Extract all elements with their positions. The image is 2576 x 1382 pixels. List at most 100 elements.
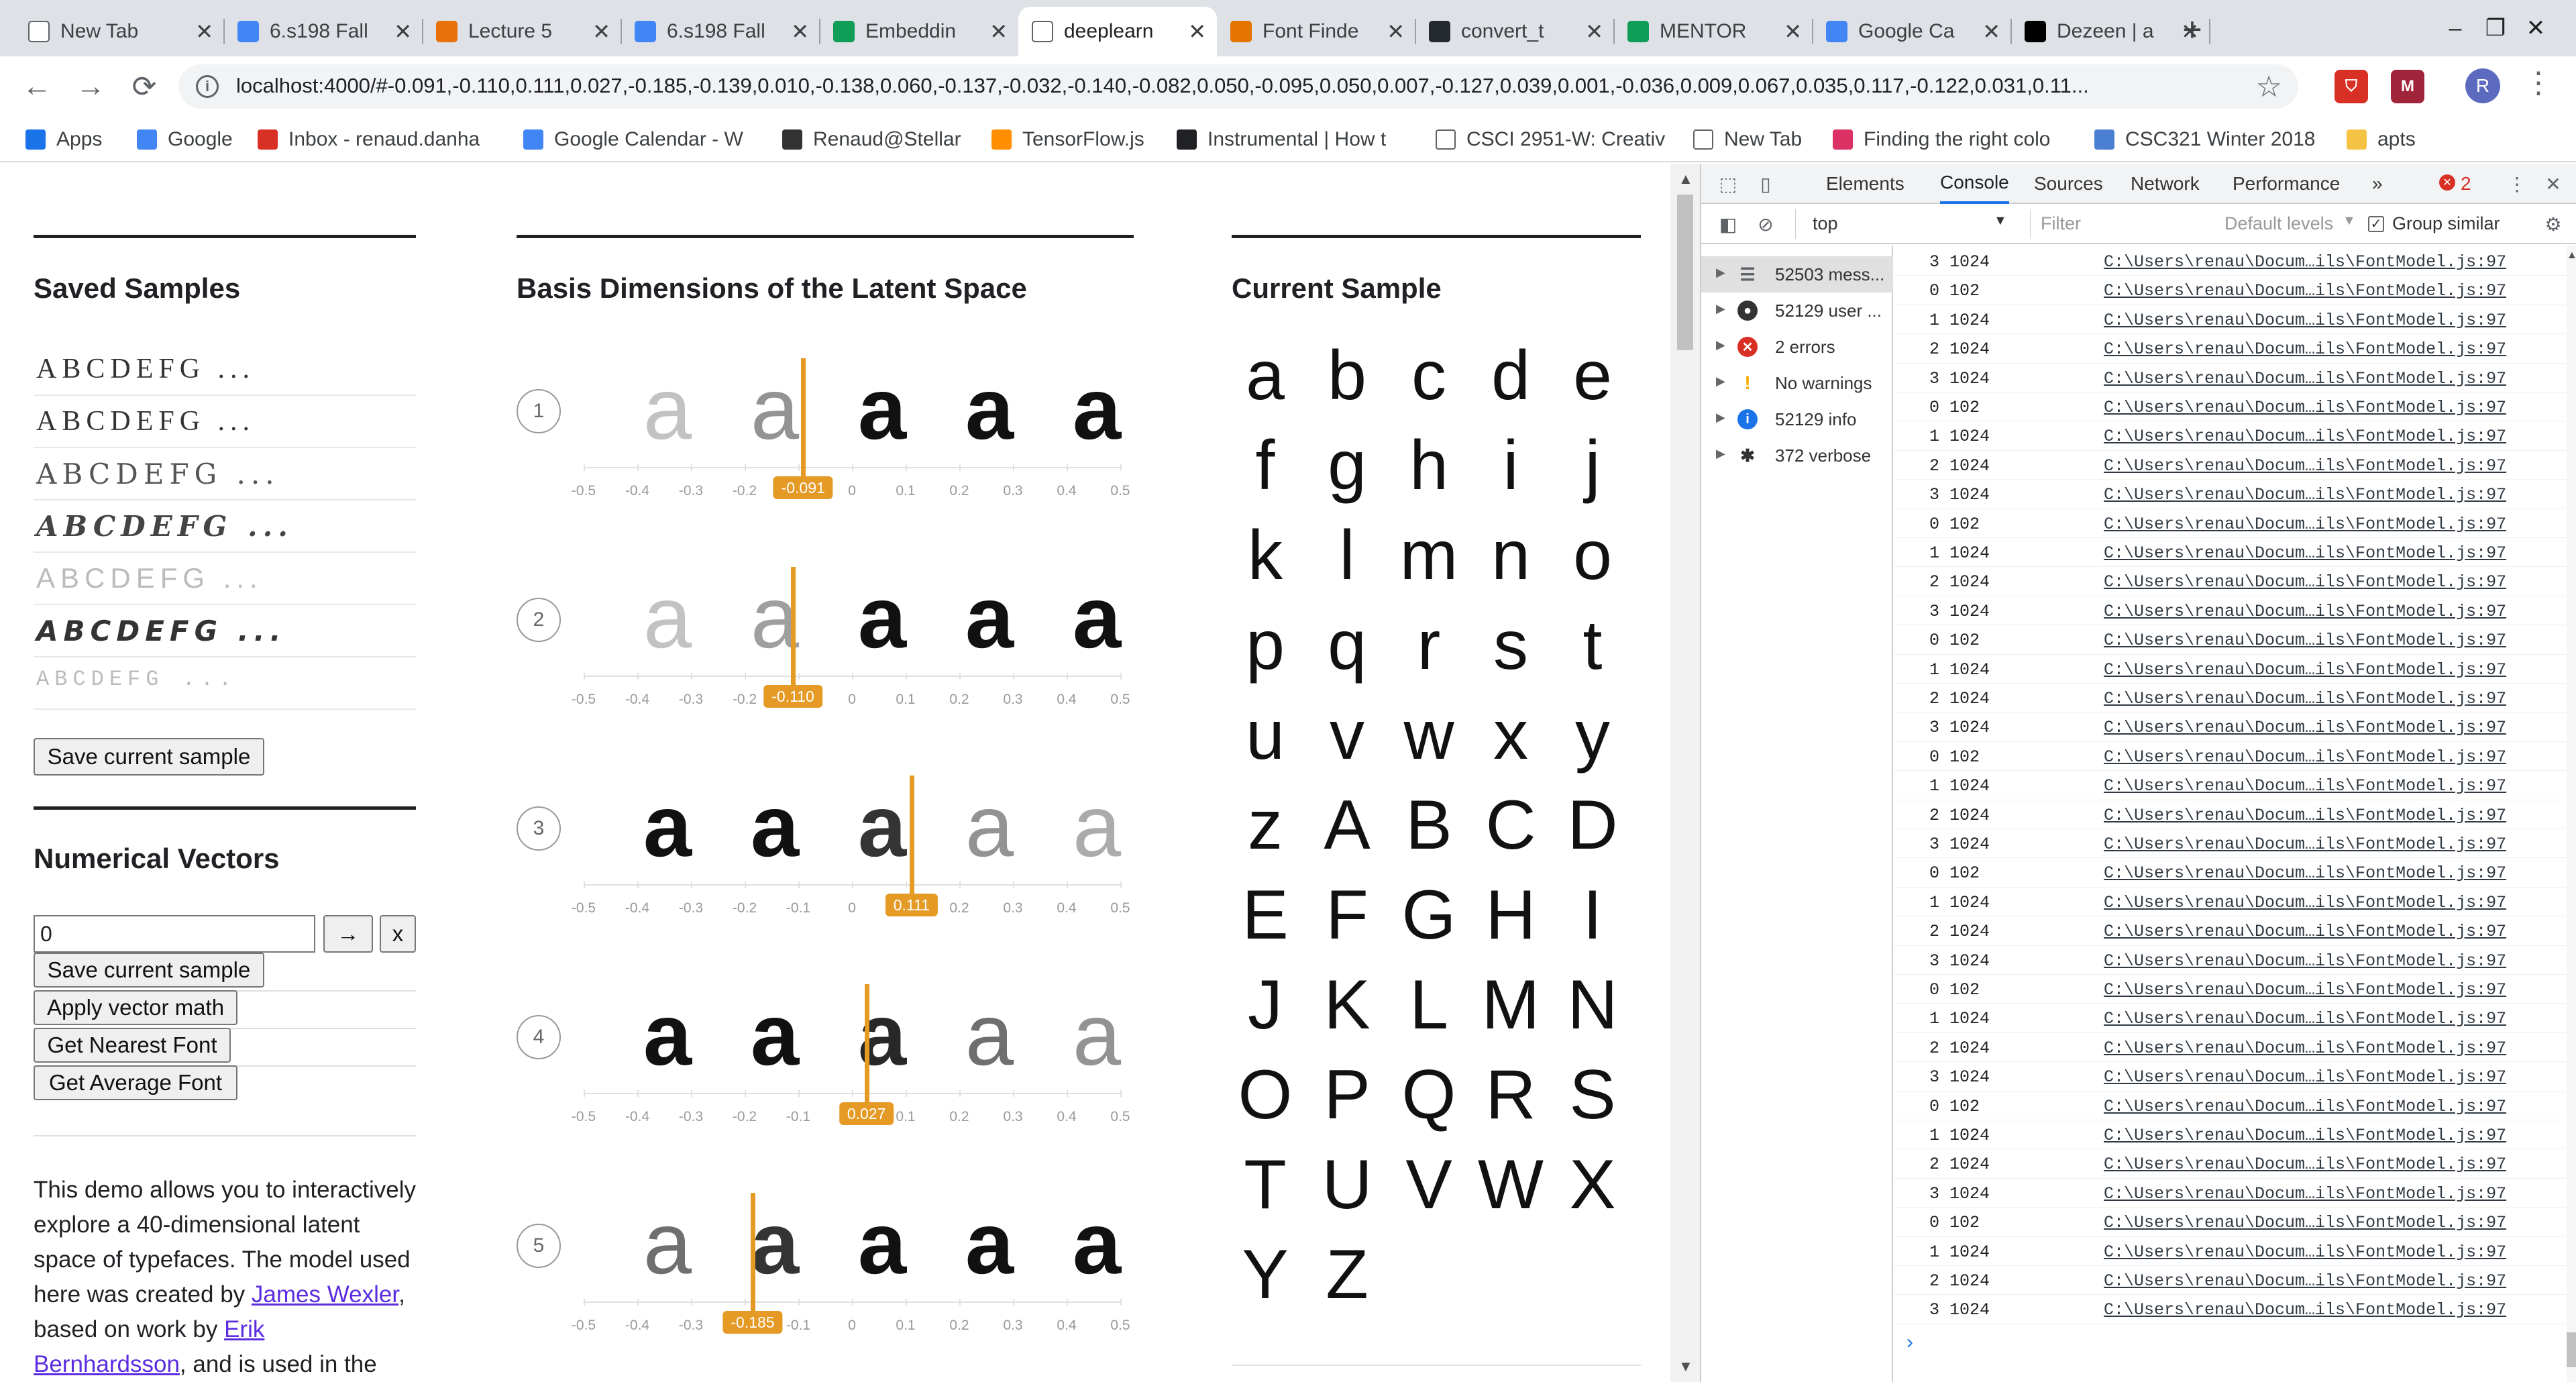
group-similar-checkbox[interactable]: ✓ <box>2368 216 2384 232</box>
log-source-link[interactable]: C:\Users\renau\Docum…ils\FontModel.js:97 <box>2104 572 2506 592</box>
console-settings-icon[interactable]: ⚙ <box>2540 211 2567 237</box>
log-source-link[interactable]: C:\Users\renau\Docum…ils\FontModel.js:97 <box>2104 806 2506 825</box>
log-source-link[interactable]: C:\Users\renau\Docum…ils\FontModel.js:97 <box>2104 543 2506 563</box>
log-source-link[interactable]: C:\Users\renau\Docum…ils\FontModel.js:97 <box>2104 1184 2506 1204</box>
saved-sample-row[interactable]: ABCDEFG ... <box>34 606 416 657</box>
reload-button[interactable]: ⟳ <box>125 67 164 106</box>
log-source-link[interactable]: C:\Users\renau\Docum…ils\FontModel.js:97 <box>2104 922 2506 941</box>
page-scrollbar[interactable]: ▲ ▼ <box>1670 164 1700 1382</box>
browser-tab[interactable]: MENTOR ✕ <box>1614 7 1813 56</box>
url-text[interactable]: localhost:4000/#-0.091,-0.110,0.111,0.02… <box>236 74 2222 98</box>
scrollbar-thumb[interactable] <box>2567 1332 2576 1367</box>
slider-handle[interactable] <box>801 358 806 476</box>
bookmark-item[interactable]: Inbox - renaud.danha <box>258 125 519 154</box>
log-source-link[interactable]: C:\Users\renau\Docum…ils\FontModel.js:97 <box>2104 718 2506 737</box>
address-bar[interactable]: i localhost:4000/#-0.091,-0.110,0.111,0.… <box>178 64 2298 109</box>
log-source-link[interactable]: C:\Users\renau\Docum…ils\FontModel.js:97 <box>2104 252 2506 272</box>
slider-handle[interactable] <box>791 567 796 685</box>
scroll-up-arrow-icon[interactable]: ▲ <box>1678 170 1693 188</box>
log-source-link[interactable]: C:\Users\renau\Docum…ils\FontModel.js:97 <box>2104 1039 2506 1058</box>
bookmark-item[interactable]: Instrumental | How t <box>1177 125 1426 154</box>
expand-arrow-icon[interactable]: ▶ <box>1716 266 1725 280</box>
close-tab-icon[interactable]: ✕ <box>1585 19 1603 44</box>
slider-handle[interactable] <box>751 1193 755 1311</box>
devtools-tab[interactable]: Sources <box>2034 164 2103 204</box>
get-nearest-font-button[interactable]: Get Nearest Font <box>34 1028 231 1063</box>
devtools-tab[interactable]: Performance <box>2233 164 2340 204</box>
browser-tab[interactable]: Lecture 5 ✕ <box>423 7 621 56</box>
scrollbar-thumb[interactable] <box>1677 195 1693 350</box>
clear-button[interactable]: x <box>380 915 416 953</box>
log-source-link[interactable]: C:\Users\renau\Docum…ils\FontModel.js:97 <box>2104 398 2506 417</box>
browser-tab[interactable]: deeplearn ✕ <box>1018 7 1217 56</box>
apply-vector-math-button[interactable]: Apply vector math <box>34 990 237 1025</box>
scroll-up-arrow-icon[interactable]: ▲ <box>2567 250 2576 262</box>
log-source-link[interactable]: C:\Users\renau\Docum…ils\FontModel.js:97 <box>2104 515 2506 534</box>
bookmark-star-icon[interactable]: ☆ <box>2256 70 2282 104</box>
info-icon[interactable]: i <box>196 75 219 98</box>
log-source-link[interactable]: C:\Users\renau\Docum…ils\FontModel.js:97 <box>2104 456 2506 476</box>
expand-arrow-icon[interactable]: ▶ <box>1716 338 1725 352</box>
expand-arrow-icon[interactable]: ▶ <box>1716 411 1725 425</box>
close-tab-icon[interactable]: ✕ <box>394 19 412 44</box>
log-source-link[interactable]: C:\Users\renau\Docum…ils\FontModel.js:97 <box>2104 951 2506 971</box>
device-toolbar-icon[interactable]: ▯ <box>1752 170 1779 197</box>
bookmark-item[interactable]: CSCI 2951-W: Creativ <box>1436 125 1684 154</box>
close-tab-icon[interactable]: ✕ <box>989 19 1008 44</box>
error-count-badge[interactable]: 2 <box>2461 164 2471 204</box>
bookmark-item[interactable]: Finding the right colo <box>1833 125 2082 154</box>
close-tab-icon[interactable]: ✕ <box>1387 19 1405 44</box>
console-filter-input[interactable]: Filter <box>2041 213 2081 234</box>
log-source-link[interactable]: C:\Users\renau\Docum…ils\FontModel.js:97 <box>2104 485 2506 504</box>
log-source-link[interactable]: C:\Users\renau\Docum…ils\FontModel.js:97 <box>2104 1242 2506 1262</box>
saved-sample-row[interactable]: ABCDEFG ... <box>34 659 416 710</box>
close-tab-icon[interactable]: ✕ <box>1784 19 1802 44</box>
dimension-slider[interactable]: 1aaaaa-0.5-0.4-0.3-0.2-0.100.10.20.30.40… <box>517 358 1140 533</box>
profile-avatar[interactable]: R <box>2465 68 2500 103</box>
log-source-link[interactable]: C:\Users\renau\Docum…ils\FontModel.js:97 <box>2104 311 2506 330</box>
slider-handle[interactable] <box>864 984 869 1102</box>
scroll-down-arrow-icon[interactable]: ▼ <box>1678 1358 1693 1375</box>
close-tab-icon[interactable]: ✕ <box>592 19 610 44</box>
log-source-link[interactable]: C:\Users\renau\Docum…ils\FontModel.js:97 <box>2104 980 2506 1000</box>
saved-sample-row[interactable]: ABCDEFG ... <box>34 449 416 500</box>
expand-arrow-icon[interactable]: ▶ <box>1716 447 1725 461</box>
dimension-slider[interactable]: 5aaaaa-0.5-0.4-0.3-0.2-0.100.10.20.30.40… <box>517 1193 1140 1367</box>
log-source-link[interactable]: C:\Users\renau\Docum…ils\FontModel.js:97 <box>2104 747 2506 767</box>
browser-tab[interactable]: Embeddin ✕ <box>820 7 1018 56</box>
log-source-link[interactable]: C:\Users\renau\Docum…ils\FontModel.js:97 <box>2104 339 2506 359</box>
log-source-link[interactable]: C:\Users\renau\Docum…ils\FontModel.js:97 <box>2104 776 2506 796</box>
log-source-link[interactable]: C:\Users\renau\Docum…ils\FontModel.js:97 <box>2104 281 2506 301</box>
context-select[interactable]: top <box>1813 213 1838 234</box>
clear-console-icon[interactable]: ⊘ <box>1752 211 1779 237</box>
console-scrollbar[interactable]: ▲ <box>2567 246 2576 1382</box>
saved-sample-row[interactable]: ABCDEFG ... <box>34 502 416 553</box>
pocket-extension-icon[interactable]: ⛉ <box>2334 70 2368 103</box>
dimension-slider[interactable]: 4aaaaa-0.5-0.4-0.3-0.2-0.100.10.20.30.40… <box>517 984 1140 1159</box>
log-source-link[interactable]: C:\Users\renau\Docum…ils\FontModel.js:97 <box>2104 1009 2506 1028</box>
get-average-font-button[interactable]: Get Average Font <box>34 1065 237 1100</box>
log-source-link[interactable]: C:\Users\renau\Docum…ils\FontModel.js:97 <box>2104 631 2506 650</box>
saved-sample-row[interactable]: ABCDEFG ... <box>34 345 416 396</box>
saved-sample-row[interactable]: ABCDEFG ... <box>34 397 416 448</box>
browser-menu-icon[interactable]: ⋮ <box>2524 66 2553 100</box>
log-source-link[interactable]: C:\Users\renau\Docum…ils\FontModel.js:97 <box>2104 1067 2506 1087</box>
log-source-link[interactable]: C:\Users\renau\Docum…ils\FontModel.js:97 <box>2104 689 2506 708</box>
expand-arrow-icon[interactable]: ▶ <box>1716 302 1725 316</box>
vector-input[interactable]: 0 <box>34 915 315 953</box>
console-filter-item[interactable]: ▶ ✕ 2 errors <box>1701 329 1893 365</box>
bookmark-item[interactable]: Google Calendar - W <box>523 125 771 154</box>
log-source-link[interactable]: C:\Users\renau\Docum…ils\FontModel.js:97 <box>2104 1271 2506 1291</box>
sidebar-toggle-icon[interactable]: ◧ <box>1715 211 1741 237</box>
more-tabs-button[interactable]: » <box>2372 164 2383 204</box>
log-source-link[interactable]: C:\Users\renau\Docum…ils\FontModel.js:97 <box>2104 660 2506 680</box>
save-current-sample-button[interactable]: Save current sample <box>34 738 264 776</box>
bookmark-item[interactable]: Apps <box>25 125 126 154</box>
devtools-tab[interactable]: Console <box>1940 164 2009 204</box>
slider-handle[interactable] <box>909 776 914 894</box>
close-tab-icon[interactable]: ✕ <box>1982 19 2000 44</box>
log-source-link[interactable]: C:\Users\renau\Docum…ils\FontModel.js:97 <box>2104 835 2506 854</box>
bookmark-item[interactable]: New Tab <box>1693 125 1821 154</box>
devtools-menu-icon[interactable]: ⋮ <box>2504 170 2530 197</box>
log-source-link[interactable]: C:\Users\renau\Docum…ils\FontModel.js:97 <box>2104 1155 2506 1174</box>
